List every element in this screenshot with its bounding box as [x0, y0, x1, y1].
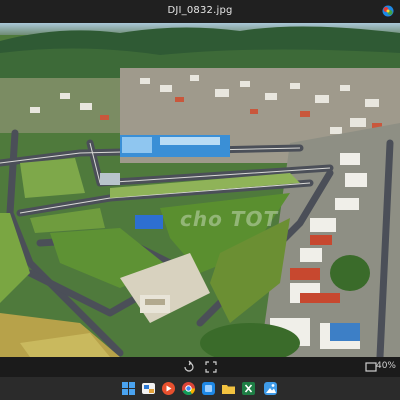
- window-title: DJI_0832.jpg: [167, 5, 233, 16]
- fit-to-window-icon[interactable]: [204, 360, 218, 374]
- image-viewer[interactable]: cho TOT: [0, 23, 400, 357]
- title-bar: DJI_0832.jpg: [0, 0, 400, 23]
- excel-icon[interactable]: [241, 381, 256, 396]
- rotate-icon[interactable]: [182, 360, 196, 374]
- copilot-icon[interactable]: [382, 5, 394, 17]
- chrome-icon[interactable]: [181, 381, 196, 396]
- watermark: cho TOT: [180, 207, 279, 231]
- folder-icon[interactable]: [221, 381, 236, 396]
- media-icon[interactable]: [161, 381, 176, 396]
- edge-icon[interactable]: [201, 381, 216, 396]
- start-icon[interactable]: [121, 381, 136, 396]
- taskbar: [0, 377, 400, 400]
- zoom-level[interactable]: 40%: [376, 361, 396, 371]
- aerial-photo: [0, 23, 400, 357]
- photos-icon[interactable]: [263, 381, 278, 396]
- viewer-controls: 40%: [0, 357, 400, 377]
- file-explorer-icon[interactable]: [141, 381, 156, 396]
